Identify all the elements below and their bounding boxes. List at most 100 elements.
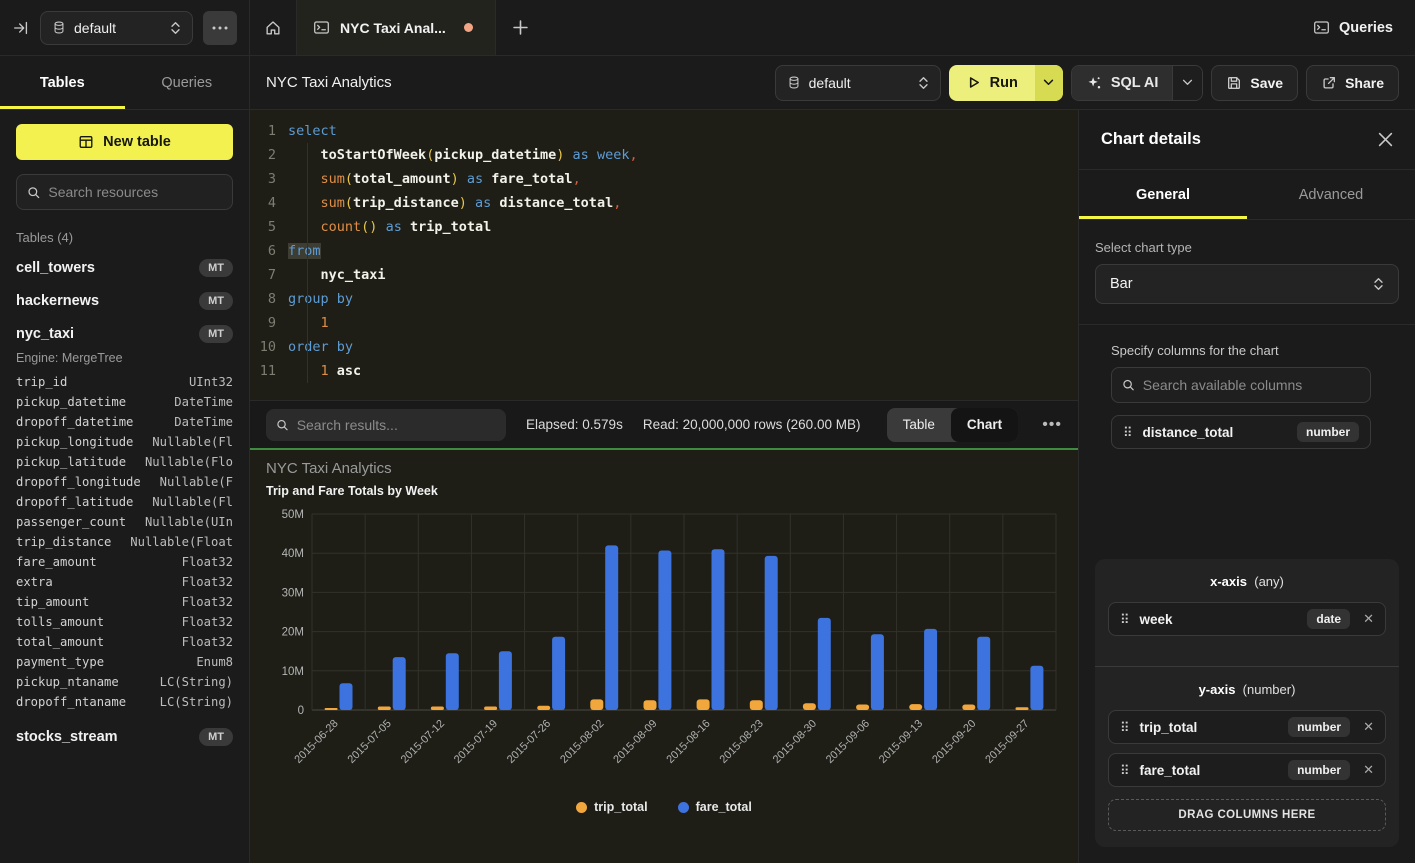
column-type: Nullable(Fl [152,492,233,512]
column-row: passenger_countNullable(UIn [16,512,233,532]
bar-fare_total[interactable] [446,653,459,710]
bar-trip_total[interactable] [644,700,657,710]
home-button[interactable] [250,0,296,55]
results-search-input[interactable] [297,417,496,433]
query-tab[interactable]: NYC Taxi Anal... [296,0,496,55]
tab-advanced[interactable]: Advanced [1247,170,1415,219]
column-chip-week[interactable]: ⠿weekdate✕ [1108,602,1386,636]
code-text: 1 [288,311,329,335]
sidebar-more-button[interactable] [203,11,237,45]
bar-fare_total[interactable] [818,618,831,710]
bar-trip_total[interactable] [909,704,922,710]
drag-handle-icon[interactable]: ⠿ [1120,764,1130,777]
new-table-button[interactable]: New table [16,124,233,160]
column-name: pickup_latitude [16,452,126,472]
view-toggle-chart[interactable]: Chart [951,408,1018,442]
column-chip-fare_total[interactable]: ⠿fare_totalnumber✕ [1108,753,1386,787]
bar-trip_total[interactable] [1016,707,1029,710]
bar-trip_total[interactable] [962,705,975,711]
code-line: 7 nyc_taxi [250,263,1078,287]
column-row: extraFloat32 [16,572,233,592]
remove-column-button[interactable]: ✕ [1360,611,1374,627]
save-button[interactable]: Save [1211,65,1298,101]
bar-chart[interactable]: 010M20M30M40M50M2015-06-282015-07-052015… [266,498,1062,798]
legend-item-trip_total[interactable]: trip_total [576,800,647,814]
column-name: dropoff_longitude [16,472,141,492]
bar-fare_total[interactable] [393,657,406,710]
table-engine-badge: MT [199,325,233,343]
bar-trip_total[interactable] [325,708,338,710]
bar-trip_total[interactable] [697,699,710,710]
bar-trip_total[interactable] [750,700,763,710]
share-icon [1321,75,1337,91]
bar-trip_total[interactable] [590,699,603,710]
sidebar-search[interactable] [16,174,233,210]
chart-subtitle: Trip and Fare Totals by Week [266,484,1062,498]
bar-fare_total[interactable] [1030,666,1043,710]
bar-trip_total[interactable] [378,707,391,711]
columns-search-input[interactable] [1143,377,1360,393]
x-tick-label: 2015-09-20 [930,718,978,766]
legend-item-fare_total[interactable]: fare_total [678,800,752,814]
remove-column-button[interactable]: ✕ [1360,762,1374,778]
drag-handle-icon[interactable]: ⠿ [1120,613,1130,626]
column-type: UInt32 [189,372,233,392]
run-options-button[interactable] [1035,65,1063,101]
database-selector[interactable]: default [40,11,193,45]
toolbar-database-selector[interactable]: default [775,65,941,101]
bar-fare_total[interactable] [658,551,671,711]
bar-trip_total[interactable] [484,707,497,711]
x-axis-section: x-axis (any) ⠿weekdate✕ [1095,559,1399,666]
run-button[interactable]: Run [949,65,1035,101]
column-row: pickup_datetimeDateTime [16,392,233,412]
column-chip-distance_total[interactable]: ⠿distance_totalnumber [1111,415,1371,449]
remove-column-button[interactable]: ✕ [1360,719,1374,735]
bar-fare_total[interactable] [765,556,778,710]
sql-ai-button[interactable]: SQL AI [1072,66,1173,100]
search-icon [276,418,289,432]
view-toggle-table[interactable]: Table [887,408,951,442]
bar-fare_total[interactable] [340,683,353,710]
bar-fare_total[interactable] [924,629,937,710]
sql-ai-options-button[interactable] [1172,66,1202,100]
column-type: Float32 [182,612,233,632]
results-more-button[interactable]: ••• [1042,416,1062,434]
bar-trip_total[interactable] [537,706,550,710]
column-type: Float32 [182,572,233,592]
drag-columns-dropzone[interactable]: DRAG COLUMNS HERE [1108,799,1386,831]
column-type: DateTime [174,412,233,432]
tab-queries[interactable]: Queries [125,56,250,109]
drag-handle-icon[interactable]: ⠿ [1120,721,1130,734]
save-icon [1226,75,1242,91]
collapse-sidebar-icon[interactable] [12,19,30,37]
chip-column-name: distance_total [1143,425,1287,440]
x-tick-label: 2015-08-30 [771,718,819,766]
queries-button[interactable]: Queries [1291,0,1415,55]
bar-fare_total[interactable] [977,637,990,710]
share-button[interactable]: Share [1306,65,1399,101]
bar-fare_total[interactable] [499,651,512,710]
tab-tables[interactable]: Tables [0,56,125,109]
chart-type-select[interactable]: Bar [1095,264,1399,304]
bar-fare_total[interactable] [712,549,725,710]
chip-type-badge: number [1288,760,1350,780]
drag-handle-icon[interactable]: ⠿ [1123,426,1133,439]
results-search[interactable] [266,409,506,441]
bar-fare_total[interactable] [871,634,884,710]
table-row[interactable]: hackernewsMT [16,284,233,317]
columns-search[interactable] [1111,367,1371,403]
sql-editor[interactable]: 1select2 toStartOfWeek(pickup_datetime) … [250,110,1078,400]
sidebar-search-input[interactable] [48,184,222,200]
bar-fare_total[interactable] [552,637,565,710]
table-row[interactable]: nyc_taxiMT [16,317,233,350]
bar-trip_total[interactable] [431,707,444,711]
tab-general[interactable]: General [1079,170,1247,219]
column-chip-trip_total[interactable]: ⠿trip_totalnumber✕ [1108,710,1386,744]
new-tab-button[interactable] [496,0,544,55]
table-row[interactable]: cell_towersMT [16,251,233,284]
bar-trip_total[interactable] [856,705,869,711]
close-panel-button[interactable] [1378,132,1393,147]
bar-trip_total[interactable] [803,703,816,710]
table-row[interactable]: stocks_streamMT [16,720,233,753]
bar-fare_total[interactable] [605,545,618,710]
